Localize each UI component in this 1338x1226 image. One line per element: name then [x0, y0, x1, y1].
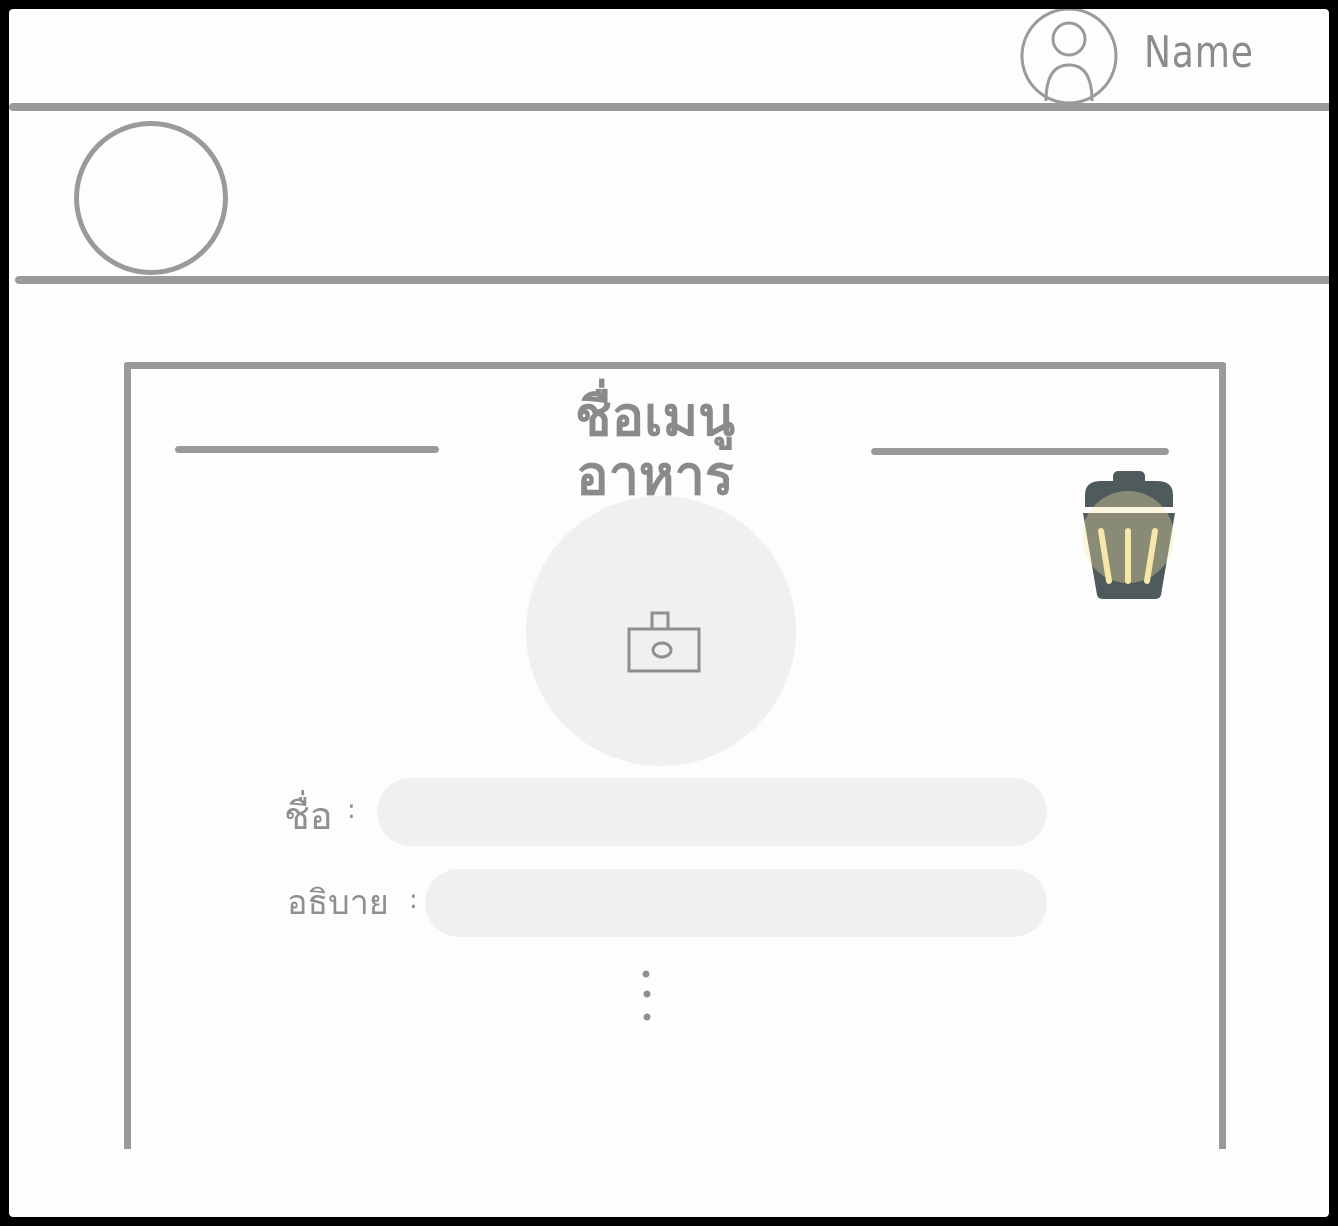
name-label: ชื่อ	[284, 794, 333, 838]
user-name[interactable]: Name	[1144, 27, 1254, 78]
app-window: Name ชื่อเมนูอาหาร ชื่อ : อธิบาย :	[9, 9, 1329, 1217]
logo-placeholder[interactable]	[74, 121, 228, 275]
camera-icon[interactable]	[626, 611, 702, 675]
name-separator: :	[347, 795, 356, 825]
trash-icon[interactable]	[1081, 471, 1177, 601]
description-input[interactable]	[425, 869, 1047, 937]
header-divider	[9, 103, 1329, 111]
card-title: ชื่อเมนูอาหาร	[574, 385, 736, 508]
title-rule-right	[871, 448, 1169, 455]
vertical-ellipsis-icon	[642, 970, 651, 1021]
description-label: อธิบาย	[287, 883, 389, 923]
name-input[interactable]	[377, 778, 1047, 846]
user-avatar-icon[interactable]	[1019, 9, 1119, 104]
title-rule-left	[175, 446, 439, 453]
description-separator: :	[409, 885, 418, 915]
banner-divider	[15, 276, 1329, 284]
